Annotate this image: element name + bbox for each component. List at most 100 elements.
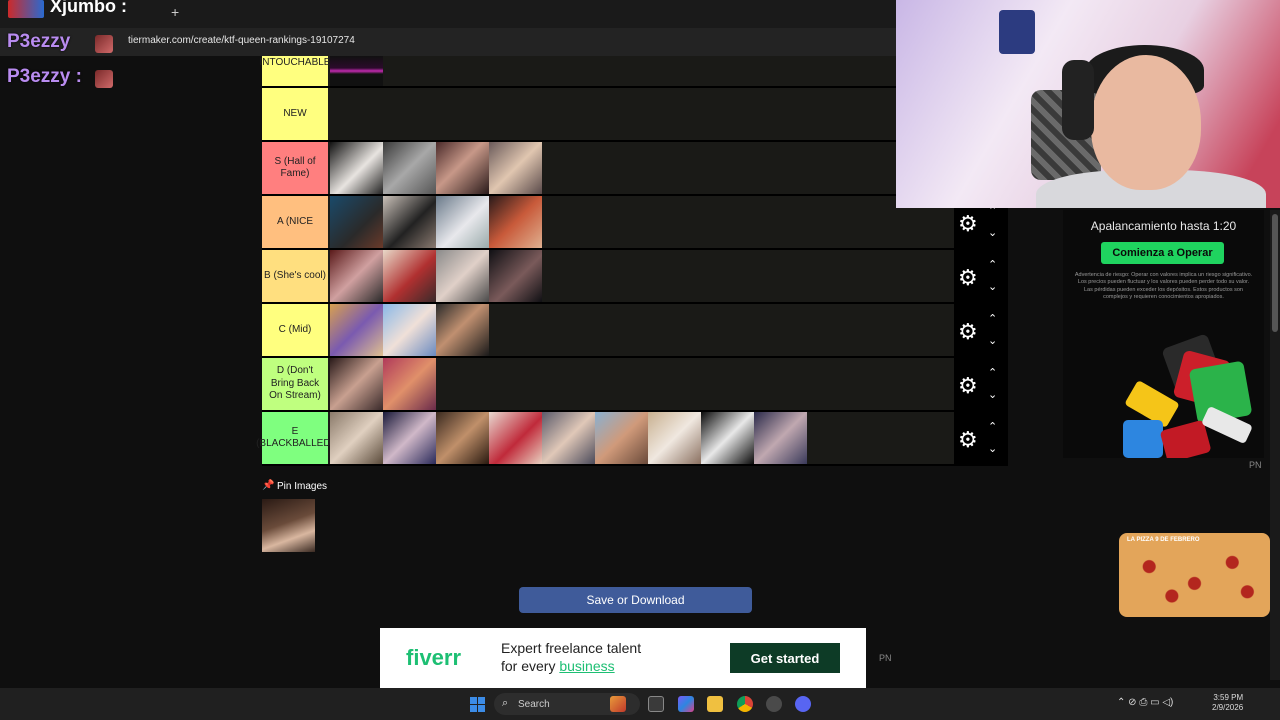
tier-item-image[interactable] <box>383 250 436 302</box>
copilot-icon[interactable] <box>678 696 694 712</box>
chevron-down-icon[interactable]: ⌄ <box>988 280 997 293</box>
tier-item-image[interactable] <box>330 142 383 194</box>
tier-images <box>330 412 807 464</box>
chevron-down-icon[interactable]: ⌄ <box>988 388 997 401</box>
tier-label[interactable]: E (BLACKBALLED) <box>256 412 334 464</box>
tier-label[interactable]: INTOUCHABLE <box>260 56 330 86</box>
ad-headline-line2: for every business <box>501 658 615 674</box>
tier-item-image[interactable] <box>330 358 383 410</box>
tier-label[interactable]: NEW <box>262 88 328 140</box>
tier-item-image[interactable] <box>489 250 542 302</box>
fiverr-ad[interactable]: fiverr Expert freelance talent for every… <box>380 628 866 688</box>
new-tab-button[interactable]: + <box>171 4 179 20</box>
tier-item-image[interactable] <box>330 250 383 302</box>
chat-username: P3ezzy : <box>7 66 82 87</box>
chevron-down-icon[interactable]: ⌄ <box>988 442 997 455</box>
pinned-image[interactable] <box>262 499 315 552</box>
get-started-button[interactable]: Get started <box>730 643 840 673</box>
taskbar-clock[interactable]: 3:59 PM 2/9/2026 <box>1212 693 1243 714</box>
tier-label[interactable]: B (She's cool) <box>262 250 328 302</box>
tier-item-image[interactable] <box>489 142 542 194</box>
chevron-up-icon[interactable]: ⌃ <box>988 366 997 379</box>
tier-item-image[interactable] <box>436 196 489 248</box>
ad-headline: Expert freelance talent <box>501 640 642 656</box>
gear-icon[interactable]: ⚙ <box>958 211 978 237</box>
url-text[interactable]: tiermaker.com/create/ktf-queen-rankings-… <box>128 35 355 46</box>
ad-cta-button[interactable]: Comienza a Operar <box>1101 242 1224 264</box>
tier-item-image[interactable] <box>383 304 436 356</box>
chevron-up-icon[interactable]: ⌃ <box>988 258 997 271</box>
tier-item-image[interactable] <box>436 412 489 464</box>
ad-3d-logos-art <box>1123 334 1252 458</box>
tier-label[interactable]: S (Hall of Fame) <box>262 142 328 194</box>
tier-item-image[interactable] <box>330 56 383 86</box>
tier-item-image[interactable] <box>489 412 542 464</box>
tier-item-image[interactable] <box>383 358 436 410</box>
ad-headline-highlight[interactable]: business <box>559 658 614 674</box>
tier-images <box>330 56 383 86</box>
tier-label[interactable]: C (Mid) <box>262 304 328 356</box>
fiverr-logo: fiverr <box>406 645 462 670</box>
tier-images <box>330 196 542 248</box>
tier-item-image[interactable] <box>648 412 701 464</box>
tier-item-image[interactable] <box>330 304 383 356</box>
tier-item-image[interactable] <box>595 412 648 464</box>
tier-row: E (BLACKBALLED) <box>256 412 954 466</box>
tier-item-image[interactable] <box>436 250 489 302</box>
browser-tab-bar <box>0 0 896 28</box>
chat-avatar <box>95 70 113 88</box>
tier-label[interactable]: A (NICE <box>262 196 328 248</box>
tier-images <box>330 142 542 194</box>
scrollbar-thumb[interactable] <box>1272 214 1278 332</box>
github-icon[interactable] <box>766 696 782 712</box>
pin-icon: 📌 <box>262 480 275 491</box>
tier-row: NEW <box>262 88 954 142</box>
tier-row: C (Mid) <box>262 304 954 358</box>
tier-label[interactable]: D (Don't Bring Back On Stream) <box>262 358 328 410</box>
gear-icon[interactable]: ⚙ <box>958 265 978 291</box>
tier-item-image[interactable] <box>436 142 489 194</box>
search-icon: ⌕ <box>502 697 509 709</box>
webcam-background-jersey <box>999 10 1035 54</box>
ad-disclaimer: Advertencia de riesgo: Operar con valore… <box>1074 272 1253 301</box>
tier-item-image[interactable] <box>436 304 489 356</box>
chevron-down-icon[interactable]: ⌄ <box>988 226 997 239</box>
pizza-ad-text: LA PIZZA 9 DE FEBRERO <box>1127 537 1200 543</box>
chevron-down-icon[interactable]: ⌄ <box>988 334 997 347</box>
ad-title: Apalancamiento hasta 1:20 <box>1090 219 1237 233</box>
system-tray-icons[interactable]: ⌃ ⊘ ⎙ ▭ ◁) <box>1117 697 1173 708</box>
task-view-icon[interactable] <box>648 696 664 712</box>
broker-ad[interactable]: Apalancamiento hasta 1:20 Comienza a Ope… <box>1063 210 1264 458</box>
save-download-button[interactable]: Save or Download <box>519 587 752 613</box>
tier-images <box>330 250 542 302</box>
ad-pn-label: PN <box>879 653 892 663</box>
tier-row: INTOUCHABLE <box>260 56 954 88</box>
chevron-up-icon[interactable]: ⌃ <box>988 420 997 433</box>
search-placeholder[interactable]: Search <box>518 699 550 710</box>
chevron-up-icon[interactable]: ⌃ <box>988 312 997 325</box>
tier-item-image[interactable] <box>330 196 383 248</box>
discord-icon[interactable] <box>795 696 811 712</box>
tier-row: B (She's cool) <box>262 250 954 304</box>
windows-start-icon[interactable] <box>470 697 485 712</box>
tier-item-image[interactable] <box>754 412 807 464</box>
stream-logo <box>8 0 44 18</box>
ad-pn-label: PN <box>1249 460 1262 470</box>
tier-item-image[interactable] <box>330 412 383 464</box>
pizza-widget-icon[interactable] <box>610 696 626 712</box>
tier-item-image[interactable] <box>383 196 436 248</box>
gear-icon[interactable]: ⚙ <box>958 319 978 345</box>
tier-item-image[interactable] <box>383 412 436 464</box>
chrome-icon[interactable] <box>737 696 753 712</box>
tier-item-image[interactable] <box>701 412 754 464</box>
file-explorer-icon[interactable] <box>707 696 723 712</box>
gear-icon[interactable]: ⚙ <box>958 427 978 453</box>
gear-icon[interactable]: ⚙ <box>958 373 978 399</box>
chat-username: P3ezzy <box>7 31 71 52</box>
tier-item-image[interactable] <box>383 142 436 194</box>
clock-date: 2/9/2026 <box>1212 703 1244 713</box>
tier-item-image[interactable] <box>489 196 542 248</box>
pizza-ad[interactable]: LA PIZZA 9 DE FEBRERO <box>1119 533 1270 617</box>
tier-images <box>330 304 489 356</box>
tier-item-image[interactable] <box>542 412 595 464</box>
